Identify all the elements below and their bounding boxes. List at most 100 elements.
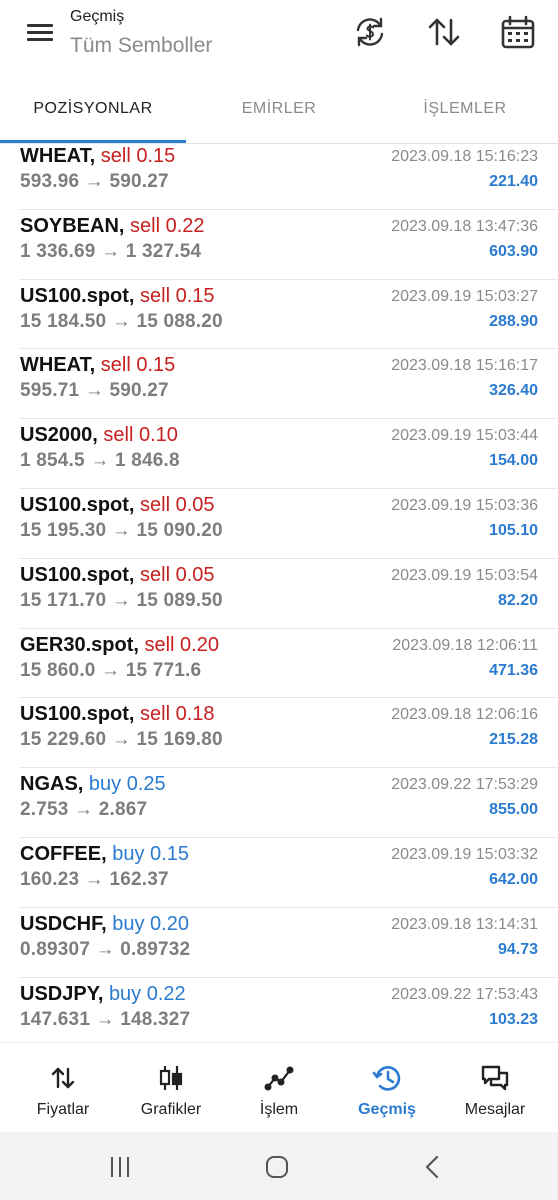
position-side-volume: sell 0.05 [140,563,215,586]
position-row[interactable]: USDJPY, buy 0.22 147.631 → 148.327 2023.09… [20,978,558,1048]
quotes-icon [48,1063,78,1093]
position-symbol: WHEAT, sell 0.15 [20,145,175,168]
nav-charts[interactable]: Grafikler [116,1043,226,1131]
nav-trade-label: İşlem [259,1101,299,1118]
position-prices: 15 184.50 → 15 088.20 [20,310,223,332]
symbol-name: WHEAT, [20,145,96,167]
position-row[interactable]: US100.spot, sell 0.15 15 184.50 → 15 088.… [20,280,558,350]
position-row[interactable]: COFFEE, buy 0.15 160.23 → 162.37 2023.09.1… [20,838,558,908]
position-profit: 154.00 [489,452,538,470]
position-side-volume: sell 0.22 [130,214,205,237]
position-prices: 160.23 → 162.37 [20,868,169,890]
position-time: 2023.09.18 12:06:11 [392,636,538,654]
nav-trade[interactable]: İşlem [224,1043,334,1131]
position-prices: 15 860.0 → 15 771.6 [20,659,202,681]
position-prices: 1 854.5 → 1 846.8 [20,450,180,472]
tab-positions[interactable]: POZİSYONLAR [0,84,186,142]
symbol-name: SOYBEAN, [20,214,125,237]
tab-deals[interactable]: İŞLEMLER [372,84,558,142]
symbol-name: USDJPY, [20,982,104,1005]
position-side-volume: sell 0.15 [100,145,176,167]
position-time: 2023.09.22 17:53:43 [391,985,538,1003]
symbol-name: COFFEE, [20,842,107,865]
recent-apps-icon[interactable] [105,1152,135,1182]
position-row[interactable]: WHEAT, sell 0.15 593.96 → 590.27 2023.09.1… [20,140,558,210]
nav-history-label: Geçmiş [358,1101,416,1118]
position-row[interactable]: US100.spot, sell 0.05 15 171.70 → 15 089.… [20,559,558,629]
position-profit: 82.20 [497,591,538,609]
position-profit: 288.90 [489,312,538,330]
position-symbol: USDCHF, buy 0.20 [20,913,189,936]
app-header: Geçmiş Tüm Semboller [0,0,558,72]
back-icon[interactable] [418,1152,448,1182]
trade-line-icon [264,1063,294,1093]
position-time: 2023.09.19 15:03:32 [391,845,538,863]
positions-list: WHEAT, sell 0.15 593.96 → 590.27 2023.09.1… [0,140,558,1047]
position-symbol: US100.spot, sell 0.15 [20,285,215,308]
position-profit: 642.00 [489,870,538,888]
position-row[interactable]: US2000, sell 0.10 1 854.5 → 1 846.8 2023.0… [20,419,558,489]
symbol-name: NGAS, [20,773,84,796]
position-time: 2023.09.22 17:53:29 [391,776,538,794]
position-side-volume: buy 0.20 [112,912,189,935]
position-row[interactable]: GER30.spot, sell 0.20 15 860.0 → 15 771.6… [20,629,558,699]
position-symbol: COFFEE, buy 0.15 [20,843,189,866]
messages-icon [480,1063,510,1093]
history-icon [372,1063,402,1093]
symbol-name: US2000, [20,424,98,447]
candlestick-chart-icon [156,1063,186,1093]
position-prices: 2.753 → 2.867 [20,799,148,821]
position-time: 2023.09.18 13:47:36 [391,217,538,235]
position-row[interactable]: US100.spot, sell 0.05 15 195.30 → 15 090.… [20,489,558,559]
nav-charts-label: Grafikler [140,1101,202,1118]
position-profit: 105.10 [489,521,538,539]
position-row[interactable]: WHEAT, sell 0.15 595.71 → 590.27 2023.09.1… [20,349,558,420]
home-icon[interactable] [262,1152,292,1182]
menu-icon[interactable] [22,18,58,48]
symbol-name: US100.spot, [20,284,135,307]
nav-quotes[interactable]: Fiyatlar [8,1043,118,1131]
symbol-name: US100.spot, [20,703,135,726]
position-profit: 326.40 [489,382,538,400]
position-time: 2023.09.18 15:16:23 [391,148,538,165]
nav-history[interactable]: Geçmiş [332,1043,442,1131]
tab-orders[interactable]: EMİRLER [186,84,372,142]
bottom-nav: Fiyatlar Grafikler İşlem Geçmiş Mesajlar [0,1042,558,1130]
sort-icon[interactable] [426,14,462,50]
position-profit: 603.90 [489,242,538,260]
position-symbol: NGAS, buy 0.25 [20,773,166,796]
position-profit: 471.36 [489,661,538,679]
position-time: 2023.09.19 15:03:36 [391,496,538,514]
currency-exchange-icon[interactable] [352,14,388,50]
position-symbol: US100.spot, sell 0.18 [20,703,215,726]
nav-messages[interactable]: Mesajlar [440,1043,550,1131]
page-title: Geçmiş [70,8,125,25]
position-symbol: US2000, sell 0.10 [20,424,178,447]
position-row[interactable]: NGAS, buy 0.25 2.753 → 2.867 2023.09.22 17… [20,768,558,838]
position-profit: 855.00 [489,801,538,819]
position-prices: 1 336.69 → 1 327.54 [20,240,202,262]
position-side-volume: sell 0.15 [140,284,215,307]
position-time: 2023.09.18 13:14:31 [391,915,538,933]
position-row[interactable]: US100.spot, sell 0.18 15 229.60 → 15 169.… [20,698,558,769]
symbol-name: GER30.spot, [20,633,139,656]
position-time: 2023.09.19 15:03:54 [391,566,538,584]
position-row[interactable]: SOYBEAN, sell 0.22 1 336.69 → 1 327.54 202… [20,210,558,280]
position-symbol: US100.spot, sell 0.05 [20,564,215,587]
position-profit: 215.28 [489,731,538,749]
position-prices: 15 171.70 → 15 089.50 [20,589,223,611]
position-symbol: WHEAT, sell 0.15 [20,354,175,377]
symbol-filter[interactable]: Tüm Semboller [70,34,212,58]
position-prices: 15 195.30 → 15 090.20 [20,519,223,541]
position-time: 2023.09.18 12:06:16 [391,706,538,724]
calendar-icon[interactable] [500,14,536,50]
position-side-volume: sell 0.15 [100,354,176,377]
position-side-volume: buy 0.25 [88,773,166,796]
position-profit: 221.40 [489,173,538,190]
position-prices: 595.71 → 590.27 [20,380,169,402]
position-prices: 15 229.60 → 15 169.80 [20,729,223,751]
nav-quotes-label: Fiyatlar [36,1101,90,1118]
position-symbol: SOYBEAN, sell 0.22 [20,215,205,238]
position-row[interactable]: USDCHF, buy 0.20 0.89307 → 0.89732 2023.09… [20,908,558,978]
position-symbol: US100.spot, sell 0.05 [20,494,215,517]
